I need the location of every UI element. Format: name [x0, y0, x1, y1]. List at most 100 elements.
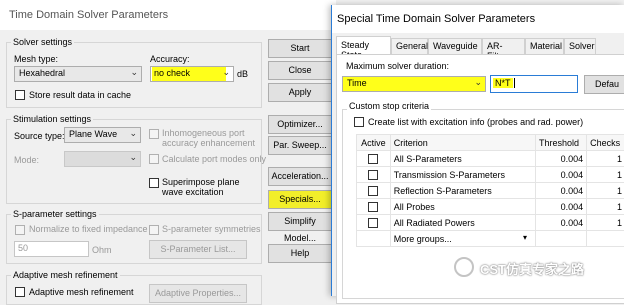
special-solver-window: Special Time Domain Solver Parameters St…: [331, 5, 624, 296]
row-active-checkbox[interactable]: [368, 154, 378, 164]
window-title: Time Domain Solver Parameters: [9, 9, 168, 21]
par-sweep-button[interactable]: Par. Sweep...: [268, 136, 332, 155]
tab-solver[interactable]: Solver: [564, 38, 596, 54]
row-checks[interactable]: 1: [587, 215, 624, 231]
header-threshold[interactable]: Threshold: [535, 135, 586, 151]
custom-stop-title: Custom stop criteria: [347, 101, 431, 111]
row-threshold[interactable]: 0.004: [535, 215, 586, 231]
header-active[interactable]: Active: [357, 135, 391, 151]
empty-cell: [535, 231, 586, 247]
row-active-checkbox[interactable]: [368, 218, 378, 228]
row-checks[interactable]: 1: [587, 183, 624, 199]
chevron-down-icon: ⌄: [474, 77, 482, 88]
symmetries-checkbox[interactable]: [149, 225, 159, 235]
duration-type-select[interactable]: Time ⌄: [342, 76, 486, 92]
more-groups-label: More groups...: [394, 234, 452, 244]
row-criterion: Reflection S-Parameters: [390, 183, 535, 199]
mesh-type-value: Hexahedral: [19, 68, 65, 78]
chevron-down-icon: ⌄: [222, 67, 230, 78]
row-active-cell: [357, 167, 391, 183]
row-active-cell: [357, 199, 391, 215]
create-list-checkbox[interactable]: [354, 117, 364, 127]
acceleration-button[interactable]: Acceleration...: [268, 167, 332, 186]
row-active-cell: [357, 231, 391, 247]
tab-general[interactable]: General: [391, 38, 428, 54]
row-checks[interactable]: 1: [587, 167, 624, 183]
adaptive-mesh-title: Adaptive mesh refinement: [11, 270, 120, 280]
mode-label: Mode:: [14, 155, 39, 165]
row-active-checkbox[interactable]: [368, 170, 378, 180]
superimpose-checkbox[interactable]: [149, 178, 159, 188]
specials-button[interactable]: Specials...: [268, 190, 332, 209]
window-title: Special Time Domain Solver Parameters: [337, 13, 535, 25]
optimizer-button[interactable]: Optimizer...: [268, 115, 332, 134]
chevron-down-icon: ⌄: [129, 152, 137, 163]
impedance-field[interactable]: 50: [14, 241, 89, 257]
table-row[interactable]: Reflection S-Parameters 0.004 1: [357, 183, 624, 199]
accuracy-value: no check: [154, 68, 190, 78]
stimulation-settings-title: Stimulation settings: [11, 114, 93, 124]
close-button[interactable]: Close: [268, 61, 332, 80]
row-criterion: All Probes: [390, 199, 535, 215]
superimpose-label-1: Superimpose plane: [162, 177, 240, 187]
row-active-cell: [357, 183, 391, 199]
calc-port-modes-label: Calculate port modes only: [162, 154, 266, 164]
source-type-select[interactable]: Plane Wave ⌄: [64, 127, 141, 143]
more-groups-row: More groups... ▾: [357, 231, 624, 247]
sparam-list-button[interactable]: S-Parameter List...: [149, 240, 247, 259]
row-active-checkbox[interactable]: [368, 186, 378, 196]
row-threshold[interactable]: 0.004: [535, 167, 586, 183]
window-titlebar: Time Domain Solver Parameters: [0, 0, 336, 30]
row-checks[interactable]: 1: [587, 151, 624, 167]
apply-button[interactable]: Apply: [268, 83, 332, 102]
row-active-checkbox[interactable]: [368, 202, 378, 212]
sparam-settings-title: S-parameter settings: [11, 209, 99, 219]
accuracy-unit: dB: [237, 69, 248, 79]
max-duration-label: Maximum solver duration:: [346, 61, 449, 71]
table-row[interactable]: Transmission S-Parameters 0.004 1: [357, 167, 624, 183]
tab-waveguide[interactable]: Waveguide: [428, 38, 482, 54]
table-row[interactable]: All Probes 0.004 1: [357, 199, 624, 215]
row-threshold[interactable]: 0.004: [535, 199, 586, 215]
duration-type-value: Time: [347, 78, 367, 88]
tab-steady-state[interactable]: Steady State: [336, 36, 391, 55]
simplify-model-button[interactable]: Simplify Model...: [268, 212, 332, 231]
default-button[interactable]: Defau: [584, 75, 624, 94]
text-cursor: ​: [514, 78, 515, 88]
help-button[interactable]: Help: [268, 244, 332, 263]
header-checks[interactable]: Checks: [587, 135, 624, 151]
table-row[interactable]: All Radiated Powers 0.004 1: [357, 215, 624, 231]
duration-value-input[interactable]: N*T​: [490, 75, 578, 93]
time-domain-solver-window: Time Domain Solver Parameters Solver set…: [0, 0, 336, 296]
row-criterion: Transmission S-Parameters: [390, 167, 535, 183]
mesh-type-select[interactable]: Hexahedral ⌄: [14, 66, 142, 82]
more-groups-select[interactable]: More groups... ▾: [390, 231, 535, 247]
normalize-checkbox[interactable]: [15, 225, 25, 235]
adaptive-properties-button[interactable]: Adaptive Properties...: [149, 284, 247, 303]
table-row[interactable]: All S-Parameters 0.004 1: [357, 151, 624, 167]
row-active-cell: [357, 151, 391, 167]
store-result-checkbox[interactable]: [15, 90, 25, 100]
tab-ar-filter[interactable]: AR-Filter: [482, 38, 525, 54]
tab-material[interactable]: Material: [525, 38, 564, 54]
row-threshold[interactable]: 0.004: [535, 151, 586, 167]
store-result-label: Store result data in cache: [29, 90, 131, 100]
normalize-label: Normalize to fixed impedance: [29, 224, 148, 234]
row-criterion: All S-Parameters: [390, 151, 535, 167]
row-checks[interactable]: 1: [587, 199, 624, 215]
row-criterion: All Radiated Powers: [390, 215, 535, 231]
mode-select[interactable]: ⌄: [64, 151, 141, 167]
accuracy-select[interactable]: no check ⌄: [150, 66, 234, 82]
source-type-value: Plane Wave: [69, 129, 117, 139]
calc-port-modes-checkbox[interactable]: [149, 154, 159, 164]
accuracy-label: Accuracy:: [150, 54, 190, 64]
table-header-row: Active Criterion Threshold Checks: [357, 135, 624, 151]
row-threshold[interactable]: 0.004: [535, 183, 586, 199]
inhomogeneous-checkbox[interactable]: [149, 129, 159, 139]
inhomogeneous-label-2: accuracy enhancement: [162, 138, 255, 148]
header-criterion[interactable]: Criterion: [390, 135, 535, 151]
mesh-type-label: Mesh type:: [14, 54, 58, 64]
dropdown-arrow-icon: ▾: [523, 233, 527, 242]
inhomogeneous-label-1: Inhomogeneous port: [162, 128, 245, 138]
start-button[interactable]: Start: [268, 39, 332, 58]
